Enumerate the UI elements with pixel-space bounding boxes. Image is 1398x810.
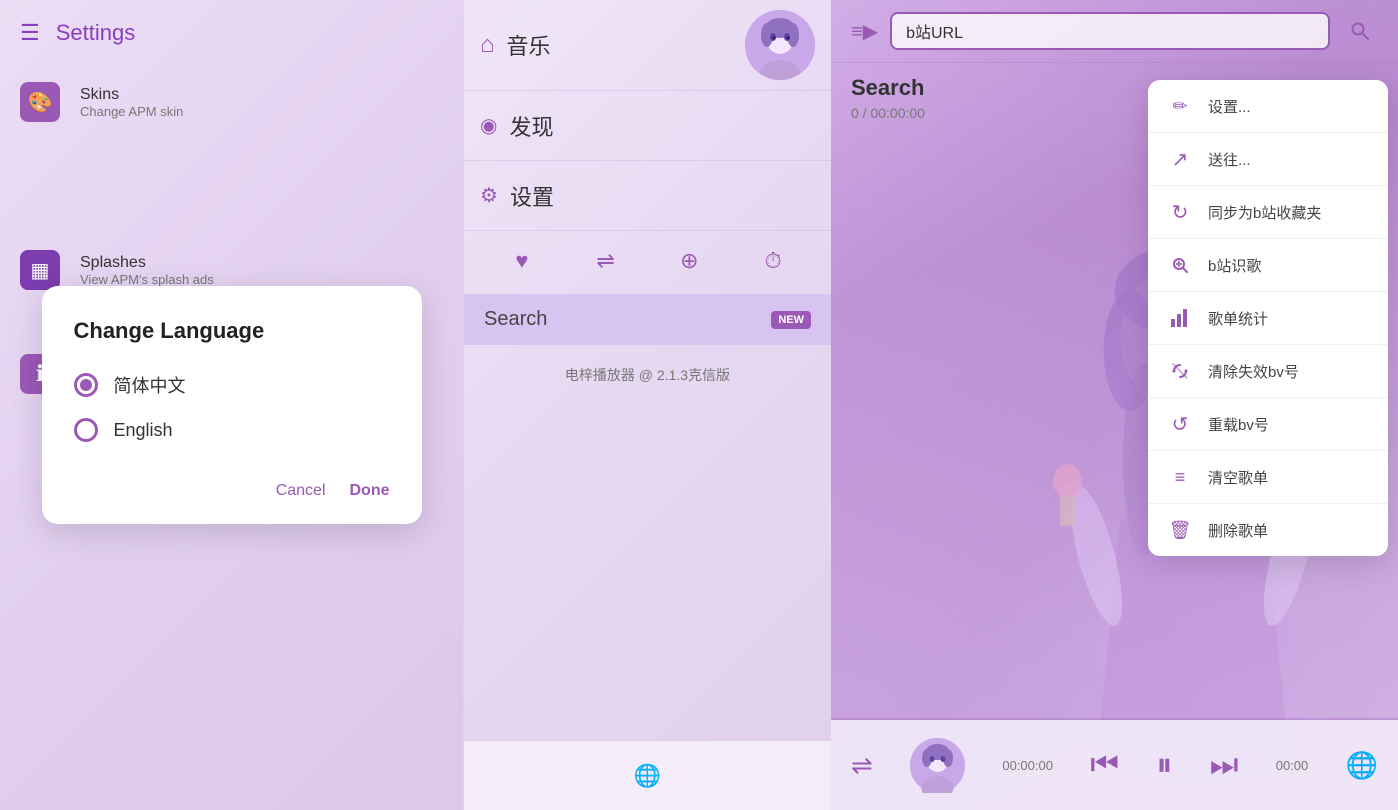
favorite-btn[interactable]: ♥ — [502, 241, 542, 281]
nav-discover-row[interactable]: ◉ 发现 — [464, 90, 831, 160]
new-badge: NEW — [771, 311, 811, 329]
bottom-nav: 🌐 — [464, 740, 831, 810]
menu-stats-label: 歌单统计 — [1208, 308, 1268, 329]
home-icon: ⌂ — [480, 31, 495, 59]
menu-settings-icon: ✏ — [1168, 94, 1192, 118]
time-right: 00:00 — [1276, 758, 1309, 773]
icon-btn-row: ♥ ⇌ ⊕ ⏱ — [464, 230, 831, 290]
dialog-overlay: Change Language 简体中文 English Cancel Done — [0, 0, 463, 810]
timer-btn[interactable]: ⏱ — [753, 241, 793, 281]
menu-delete-icon: 🗑 — [1168, 518, 1192, 542]
menu-item-settings[interactable]: ✏ 设置... — [1148, 80, 1388, 133]
menu-item-stats[interactable]: 歌单统计 — [1148, 292, 1388, 345]
search-row-label: Search — [484, 308, 547, 331]
nav-settings-row[interactable]: ⚙ 设置 — [464, 160, 831, 230]
radio-label-en: English — [114, 420, 173, 441]
dialog-title: Change Language — [74, 318, 390, 344]
add-btn[interactable]: ⊕ — [669, 241, 709, 281]
change-language-dialog: Change Language 简体中文 English Cancel Done — [42, 286, 422, 524]
prev-control[interactable]: ⏮ — [1090, 746, 1119, 784]
context-menu: ✏ 设置... ↗ 送往... ↻ 同步为b站收藏夹 — [1148, 80, 1388, 556]
menu-identify-label: b站识歌 — [1208, 255, 1261, 276]
menu-item-sync[interactable]: ↻ 同步为b站收藏夹 — [1148, 186, 1388, 239]
middle-panel: ⌂ 音乐 — [463, 0, 831, 810]
right-header: ≡▶ — [831, 0, 1398, 63]
radio-option-zh[interactable]: 简体中文 — [74, 372, 390, 398]
globe-control[interactable]: 🌐 — [1346, 750, 1378, 781]
radio-circle-en — [74, 418, 98, 442]
menu-clear-invalid-icon — [1168, 359, 1192, 383]
avatar — [745, 10, 815, 80]
radio-circle-zh — [74, 373, 98, 397]
menu-clear-invalid-label: 清除失效bv号 — [1208, 361, 1299, 382]
menu-item-delete-playlist[interactable]: 🗑 删除歌单 — [1148, 504, 1388, 556]
progress-text: 0 / 00:00:00 — [851, 105, 925, 121]
radio-label-zh: 简体中文 — [114, 372, 186, 398]
nav-home-row: ⌂ 音乐 — [464, 0, 831, 90]
search-row[interactable]: Search NEW — [464, 294, 831, 345]
playlist-icon-btn[interactable]: ≡▶ — [851, 19, 878, 44]
menu-item-send-to[interactable]: ↗ 送往... — [1148, 133, 1388, 186]
player-avatar — [910, 738, 965, 793]
menu-reload-icon: ↺ — [1168, 412, 1192, 436]
menu-clear-playlist-label: 清空歌单 — [1208, 467, 1268, 488]
settings-nav-icon: ⚙ — [480, 183, 498, 208]
menu-send-icon: ↗ — [1168, 147, 1192, 171]
dialog-actions: Cancel Done — [74, 482, 390, 500]
menu-sync-icon: ↻ — [1168, 200, 1192, 224]
menu-identify-icon — [1168, 253, 1192, 277]
bilibili-url-input[interactable] — [890, 12, 1330, 50]
discover-label: 发现 — [509, 110, 553, 142]
now-playing-title: Search — [851, 75, 925, 101]
menu-clear-playlist-icon: ≡ — [1168, 465, 1192, 489]
menu-delete-label: 删除歌单 — [1208, 520, 1268, 541]
time-left: 00:00:00 — [1002, 758, 1053, 773]
shuffle-btn[interactable]: ⇌ — [586, 241, 626, 281]
right-panel: ≡▶ Search 0 / 00:00:00 ⋯ — [831, 0, 1398, 810]
search-icon[interactable] — [1342, 13, 1378, 49]
shuffle-control[interactable]: ⇌ — [851, 750, 873, 781]
menu-send-label: 送往... — [1208, 149, 1251, 170]
next-control[interactable]: ⏭ — [1210, 746, 1239, 784]
home-label: 音乐 — [507, 29, 551, 61]
menu-item-clear-invalid[interactable]: 清除失效bv号 — [1148, 345, 1388, 398]
play-pause-control[interactable]: ⏸ — [1156, 746, 1172, 784]
discover-icon: ◉ — [480, 113, 497, 138]
done-button[interactable]: Done — [350, 482, 390, 500]
radio-option-en[interactable]: English — [74, 418, 390, 442]
menu-item-clear-playlist[interactable]: ≡ 清空歌单 — [1148, 451, 1388, 504]
menu-item-identify[interactable]: b站识歌 — [1148, 239, 1388, 292]
version-text: 电梓播放器 @ 2.1.3克信版 — [464, 349, 831, 401]
menu-reload-label: 重载bv号 — [1208, 414, 1269, 435]
settings-nav-label: 设置 — [510, 180, 554, 212]
menu-sync-label: 同步为b站收藏夹 — [1208, 202, 1321, 223]
menu-settings-label: 设置... — [1208, 96, 1251, 117]
menu-stats-icon — [1168, 306, 1192, 330]
player-controls-bar: ⇌ 00:00:00 ⏮ ⏸ ⏭ 00:00 🌐 — [831, 720, 1398, 810]
left-panel: ☰ Settings 🎨 Skins Change APM skin ▦ Spl… — [0, 0, 463, 810]
menu-item-reload-bv[interactable]: ↺ 重载bv号 — [1148, 398, 1388, 451]
cancel-button[interactable]: Cancel — [276, 482, 326, 500]
globe-bottom-btn[interactable]: 🌐 — [634, 763, 661, 789]
